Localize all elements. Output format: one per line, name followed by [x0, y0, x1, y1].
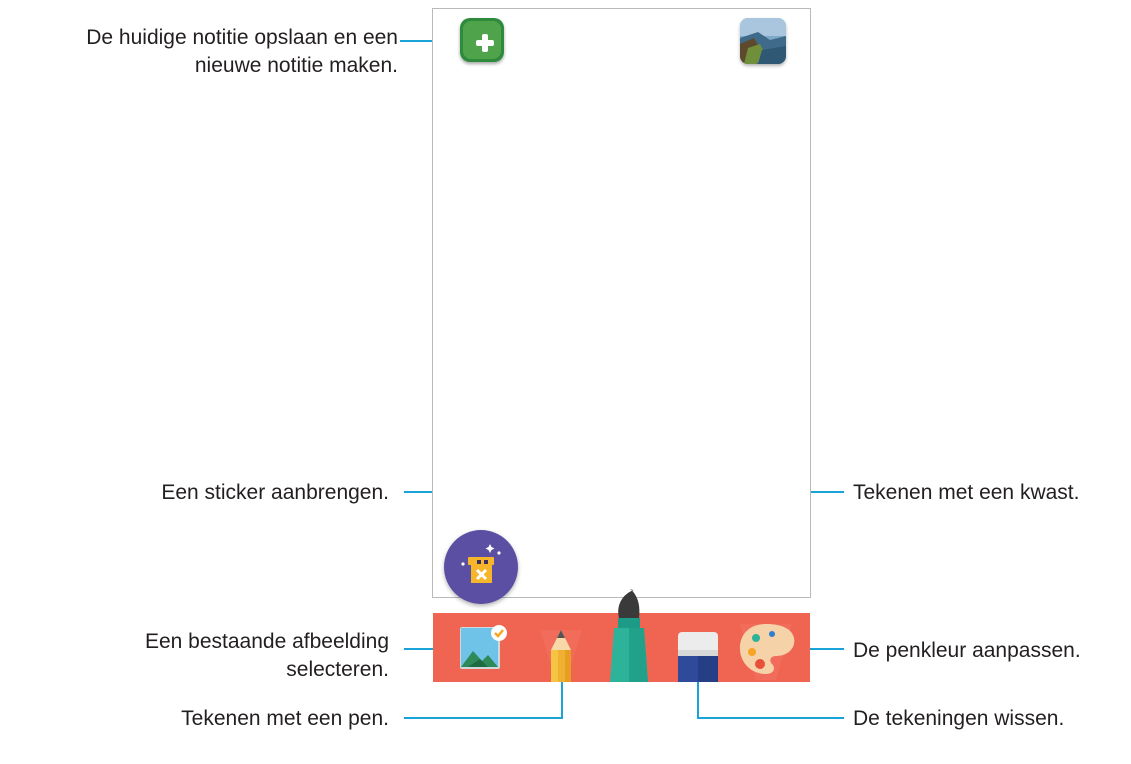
image-icon	[460, 625, 507, 669]
background-image-button[interactable]	[740, 18, 786, 64]
callout-eraser: De tekeningen wissen.	[853, 707, 1065, 730]
callout-new-note: De huidige notitie opslaan en een nieuwe…	[86, 24, 398, 80]
new-note-button[interactable]	[460, 18, 504, 62]
callout-image: Een bestaande afbeelding selecteren.	[145, 628, 389, 684]
eraser-button[interactable]	[674, 630, 722, 682]
sticker-button[interactable]	[444, 530, 518, 604]
callout-brush: Tekenen met een kwast.	[853, 481, 1080, 504]
brush-button[interactable]	[604, 586, 654, 682]
callout-new-note-line1: De huidige notitie opslaan en een	[86, 26, 398, 49]
callout-palette: De penkleur aanpassen.	[853, 639, 1081, 662]
leader-line-eraser-v	[697, 677, 699, 719]
palette-button[interactable]	[736, 620, 800, 680]
callout-image-line2: selecteren.	[286, 658, 389, 681]
eraser-icon	[678, 632, 718, 682]
callout-pen: Tekenen met een pen.	[181, 707, 389, 730]
leader-line-pen-h	[404, 717, 563, 719]
palette-icon	[739, 624, 795, 680]
image-button[interactable]	[458, 623, 508, 673]
pen-button[interactable]	[536, 628, 586, 682]
callout-new-note-line2: nieuwe notitie maken.	[194, 54, 398, 77]
drawing-canvas[interactable]	[432, 8, 811, 598]
plus-icon	[463, 21, 501, 59]
brush-icon	[610, 588, 648, 682]
callout-image-line1: Een bestaande afbeelding	[144, 630, 389, 653]
leader-line-eraser-h	[697, 717, 844, 719]
gift-box-icon	[461, 544, 501, 583]
callout-sticker: Een sticker aanbrengen.	[161, 481, 389, 504]
pencil-icon	[540, 630, 582, 682]
landscape-thumbnail-icon	[740, 18, 786, 64]
